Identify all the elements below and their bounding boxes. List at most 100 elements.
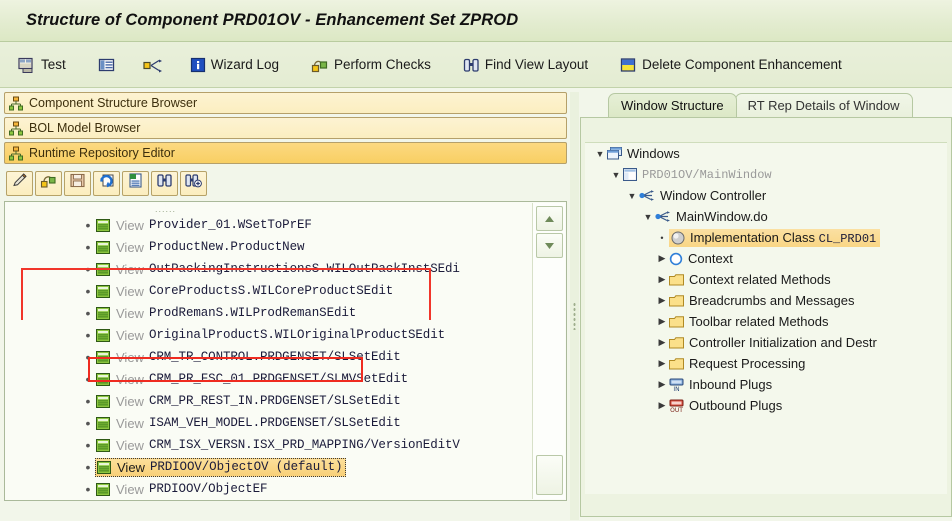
leaf-bullet-icon: • — [85, 327, 91, 343]
svg-text:OUT: OUT — [670, 407, 683, 413]
view-icon — [96, 350, 110, 364]
tree-row-keyword: View — [116, 327, 144, 343]
twisty-collapsed-icon[interactable]: ▶ — [655, 358, 669, 369]
twisty-collapsed-icon[interactable]: ▶ — [655, 379, 669, 390]
tree-vertical-scrollbar[interactable] — [532, 203, 565, 499]
rtree-row-breadcrumbs-and-messages[interactable]: ▶ Breadcrumbs and Messages — [585, 290, 947, 311]
nav-bol-model-browser-label: BOL Model Browser — [29, 121, 141, 135]
tree-row-view-9[interactable]: • View ISAM_VEH_MODEL.PRDGENSET/SLSetEdi… — [5, 412, 532, 434]
scroll-thumb[interactable] — [536, 455, 563, 495]
rtree-row-controller-initialization[interactable]: ▶ Controller Initialization and Destr — [585, 332, 947, 353]
rtree-label: Outbound Plugs — [689, 398, 783, 413]
find-next-button[interactable] — [180, 170, 207, 196]
tree-row-view-3[interactable]: • View CoreProductsS.WILCoreProductSEdit — [5, 280, 532, 302]
rtree-label: Context — [688, 251, 733, 266]
wizard-log-button[interactable]: Wizard Log — [182, 50, 287, 80]
view-icon — [96, 262, 110, 276]
find-button[interactable] — [151, 170, 178, 196]
display-button[interactable] — [122, 170, 149, 196]
tree-row-name: Provider_01.WSetToPrEF — [148, 218, 312, 232]
tab-rt-rep-details-label: RT Rep Details of Window — [747, 98, 900, 113]
enhance-button[interactable] — [35, 170, 62, 196]
tree-row-view-12[interactable]: • View PRDIOOV/ObjectEF — [5, 478, 532, 500]
rtree-row-mainwindow-do[interactable]: ▼ MainWindow.do — [585, 206, 947, 227]
twisty-collapsed-icon[interactable]: ▶ — [655, 274, 669, 285]
tree-row-view-10[interactable]: • View CRM_ISX_VERSN.ISX_PRD_MAPPING/Ver… — [5, 434, 532, 456]
rtree-label: Controller Initialization and Destr — [689, 335, 877, 350]
save-button[interactable] — [64, 170, 91, 196]
hierarchy-icon — [9, 96, 24, 111]
perform-checks-button[interactable]: Perform Checks — [303, 50, 439, 80]
rtree-label: Request Processing — [689, 356, 806, 371]
tree-row-view-5[interactable]: • View OriginalProductS.WILOriginalProdu… — [5, 324, 532, 346]
tree-row-view-2[interactable]: • View OutPackingInstructionsS.WILOutPac… — [5, 258, 532, 280]
tree-row-view-1[interactable]: • View ProductNew.ProductNew — [5, 236, 532, 258]
rtree-row-windows[interactable]: ▼ Windows — [585, 143, 947, 164]
perform-checks-label: Perform Checks — [334, 56, 431, 72]
tree-row-name: OutPackingInstructionsS.WILOutPackInstSE… — [148, 262, 460, 276]
twisty-collapsed-icon[interactable]: ▶ — [655, 337, 669, 348]
list-display-button[interactable] — [90, 50, 129, 80]
edit-button[interactable] — [6, 170, 33, 196]
splitter-grip — [573, 302, 576, 330]
refresh-button[interactable] — [93, 170, 120, 196]
tree-row-keyword: View — [116, 349, 144, 365]
rtree-label: PRD01OV/MainWindow — [642, 167, 772, 182]
twisty-expanded-icon[interactable]: ▼ — [641, 212, 655, 222]
window-structure-pane: ▼ Windows ▼ PRD01OV/MainWindow ▼ Window … — [580, 117, 952, 517]
rtree-row-inbound-plugs[interactable]: ▶ IN Inbound Plugs — [585, 374, 947, 395]
tab-rt-rep-details-of-window[interactable]: RT Rep Details of Window — [734, 93, 913, 117]
rtree-row-outbound-plugs[interactable]: ▶ OUT Outbound Plugs — [585, 395, 947, 416]
leaf-bullet-icon: • — [660, 232, 664, 243]
tree-row-name: ISAM_VEH_MODEL.PRDGENSET/SLSetEdit — [148, 416, 401, 430]
rtree-row-context-related-methods[interactable]: ▶ Context related Methods — [585, 269, 947, 290]
hierarchy-icon — [9, 146, 24, 161]
folder-icon — [669, 357, 684, 370]
panel-splitter[interactable] — [570, 92, 579, 520]
tree-row-view-8[interactable]: • View CRM_PR_REST_IN.PRDGENSET/SLSetEdi… — [5, 390, 532, 412]
delete-component-enhancement-button[interactable]: Delete Component Enhancement — [612, 50, 850, 80]
twisty-collapsed-icon[interactable]: ▶ — [655, 253, 669, 264]
nav-bol-model-browser[interactable]: BOL Model Browser — [4, 117, 567, 139]
tree-row-view-7[interactable]: • View CRM_PR_FSC_01.PRDGENSET/SLMVSetEd… — [5, 368, 532, 390]
twisty-expanded-icon[interactable]: ▼ — [593, 149, 607, 159]
twisty-collapsed-icon[interactable]: ▶ — [655, 295, 669, 306]
rtree-label-mono: CL_PRD01 — [818, 231, 877, 246]
navigate-button[interactable] — [135, 50, 176, 80]
tree-row-name: CoreProductsS.WILCoreProductSEdit — [148, 284, 394, 298]
twisty-collapsed-icon[interactable]: ▶ — [655, 316, 669, 327]
twisty-expanded-icon[interactable]: ▼ — [625, 191, 639, 201]
scroll-up-icon[interactable] — [536, 206, 563, 231]
tree-row-view-selected[interactable]: • View PRDIOOV/ObjectOV (default) — [5, 456, 532, 478]
rtree-row-request-processing[interactable]: ▶ Request Processing — [585, 353, 947, 374]
left-panel: Component Structure Browser BOL Model Br… — [4, 92, 567, 520]
test-button[interactable]: Test — [10, 50, 74, 80]
rtree-row-implementation-class[interactable]: • Implementation Class CL_PRD01 — [585, 227, 947, 248]
editor-icon-toolbar — [4, 168, 567, 198]
wizard-log-label: Wizard Log — [210, 56, 280, 72]
tree-row-view-0[interactable]: • View Provider_01.WSetToPrEF — [5, 214, 532, 236]
view-icon — [96, 372, 110, 386]
find-view-layout-button[interactable]: Find View Layout — [455, 50, 596, 80]
leaf-bullet-icon: • — [85, 481, 91, 497]
rtree-row-context[interactable]: ▶ Context — [585, 248, 947, 269]
scroll-down-icon[interactable] — [536, 233, 563, 258]
windows-stack-icon — [607, 147, 622, 160]
view-icon — [96, 306, 110, 320]
twisty-expanded-icon[interactable]: ▼ — [609, 170, 623, 180]
twisty-collapsed-icon[interactable]: ▶ — [655, 400, 669, 411]
nav-component-structure-browser[interactable]: Component Structure Browser — [4, 92, 567, 114]
view-tree-container: ...... • View Provider_01.WSetToPrEF • V… — [4, 201, 567, 501]
tree-row-keyword: View — [117, 459, 145, 475]
tree-row-view-6[interactable]: • View CRM_TR_CONTROL.PRDGENSET/SLSetEdi… — [5, 346, 532, 368]
folder-icon — [669, 315, 684, 328]
view-icon — [96, 416, 110, 430]
test-screen-icon — [18, 57, 36, 73]
tree-row-view-4[interactable]: • View ProdRemanS.WILProdRemanSEdit — [5, 302, 532, 324]
tab-window-structure[interactable]: Window Structure — [608, 93, 737, 117]
delete-component-enhancement-label: Delete Component Enhancement — [642, 56, 842, 72]
rtree-row-mainwindow[interactable]: ▼ PRD01OV/MainWindow — [585, 164, 947, 185]
nav-runtime-repository-editor[interactable]: Runtime Repository Editor — [4, 142, 567, 164]
rtree-row-toolbar-related-methods[interactable]: ▶ Toolbar related Methods — [585, 311, 947, 332]
rtree-row-window-controller[interactable]: ▼ Window Controller — [585, 185, 947, 206]
